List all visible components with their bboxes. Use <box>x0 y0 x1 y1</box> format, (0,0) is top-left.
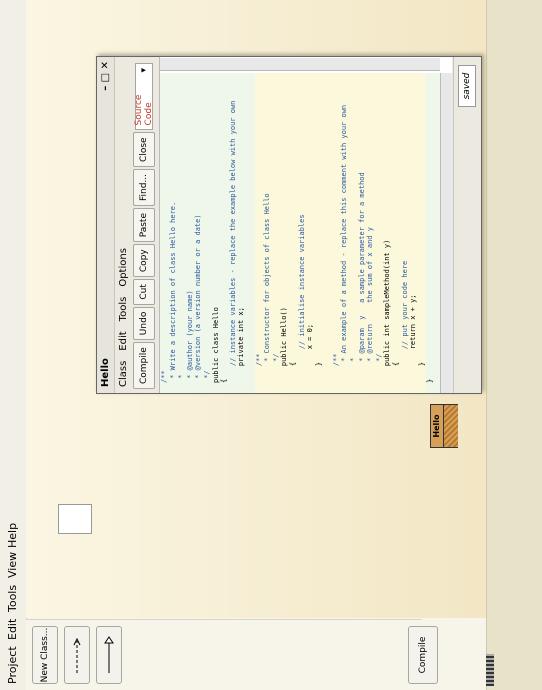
code-line: * <box>349 73 358 393</box>
uses-arrow-button[interactable] <box>64 626 90 684</box>
editor-window: Hello – □ ✕ Class Edit Tools Options Com… <box>96 56 482 394</box>
compile-editor-button[interactable]: Compile <box>133 342 155 389</box>
compile-button[interactable]: Compile <box>408 626 438 684</box>
code-line: { <box>392 73 401 393</box>
code-line: x = 0; <box>306 73 315 393</box>
code-line: /** <box>331 73 341 393</box>
code-line: } <box>314 73 324 393</box>
code-line: /** <box>160 370 168 383</box>
editor-menu-options[interactable]: Options <box>118 248 129 287</box>
code-line: public int sampleMethod(int y) <box>383 73 393 393</box>
code-editor[interactable]: /** * Write a description of class Hello… <box>160 73 440 393</box>
inherit-arrow-icon <box>104 636 114 673</box>
editor-title: Hello <box>100 358 111 387</box>
editor-menu-class[interactable]: Class <box>118 361 129 387</box>
menu-help[interactable]: Help <box>6 523 19 548</box>
class-box-hello[interactable]: Hello <box>430 404 458 448</box>
paste-button[interactable]: Paste <box>133 208 155 243</box>
menu-bar: Project Edit Tools View Help <box>0 0 27 690</box>
chevron-down-icon: ▾ <box>139 68 149 73</box>
find-button[interactable]: Find... <box>133 168 155 206</box>
code-line: private int x; <box>237 307 246 383</box>
object-bench <box>486 0 542 690</box>
resize-handle-icon[interactable] <box>486 654 494 686</box>
app-stage: Project Edit Tools View Help New Class..… <box>0 0 542 690</box>
code-line: // put your code here <box>400 73 410 393</box>
code-line: return x + y; <box>409 73 418 393</box>
horizontal-scrollbar[interactable] <box>440 73 453 393</box>
code-line: { <box>220 378 229 383</box>
vertical-scrollbar[interactable] <box>160 58 440 71</box>
dashed-arrow-icon <box>73 637 81 673</box>
code-line: * An example of a method - replace this … <box>340 73 350 393</box>
save-status: saved <box>458 65 476 107</box>
code-line: */ <box>202 370 211 383</box>
code-line: public class Hello <box>211 307 220 383</box>
editor-statusbar: saved <box>453 57 480 393</box>
editor-menu-tools[interactable]: Tools <box>118 297 129 322</box>
code-line: } <box>426 378 435 383</box>
code-line: { <box>288 73 298 393</box>
code-line: */ <box>271 73 281 393</box>
editor-body: /** * Write a description of class Hello… <box>159 57 453 393</box>
menu-project[interactable]: Project <box>6 646 19 684</box>
menu-edit[interactable]: Edit <box>6 619 19 640</box>
code-line: * @version (a version number or a date) <box>194 214 203 383</box>
class-name: Hello <box>431 405 444 447</box>
code-line: // instance variables - replace the exam… <box>228 100 237 383</box>
code-line: * <box>177 374 186 383</box>
code-line: /** <box>254 73 264 393</box>
copy-button[interactable]: Copy <box>133 244 155 278</box>
readme-icon[interactable] <box>58 504 92 534</box>
cut-button[interactable]: Cut <box>133 279 155 305</box>
window-controls[interactable]: – □ ✕ <box>100 61 111 91</box>
code-line: // initialise instance variables <box>297 73 307 393</box>
editor-titlebar: Hello – □ ✕ <box>97 57 115 393</box>
code-line: * @return the sum of x and y <box>366 73 375 393</box>
code-line: * Constructor for objects of class Hello <box>263 73 272 393</box>
undo-button[interactable]: Undo <box>133 306 155 341</box>
editor-toolbar: Compile Undo Cut Copy Paste Find... Clos… <box>131 57 157 393</box>
editor-menubar: Class Edit Tools Options <box>115 57 131 393</box>
menu-view[interactable]: View <box>6 552 19 578</box>
editor-menu-edit[interactable]: Edit <box>118 331 129 350</box>
code-line: * Write a description of class Hello her… <box>168 201 177 383</box>
view-select[interactable]: Source Code ▾ <box>134 63 154 131</box>
code-line: */ <box>374 73 384 393</box>
inherits-arrow-button[interactable] <box>96 626 122 684</box>
menu-tools[interactable]: Tools <box>6 585 19 612</box>
code-line: } <box>417 73 427 393</box>
view-select-value: Source Code <box>134 94 154 126</box>
code-line: * @author (your name) <box>185 290 194 383</box>
code-line <box>323 73 332 393</box>
class-body-hatch <box>444 405 458 447</box>
code-line: public Hello() <box>280 73 289 393</box>
code-line: * @param y a sample parameter for a meth… <box>357 73 367 393</box>
close-button[interactable]: Close <box>133 132 155 167</box>
new-class-button[interactable]: New Class... <box>32 626 58 684</box>
tool-panel: New Class... Compile <box>26 619 438 690</box>
